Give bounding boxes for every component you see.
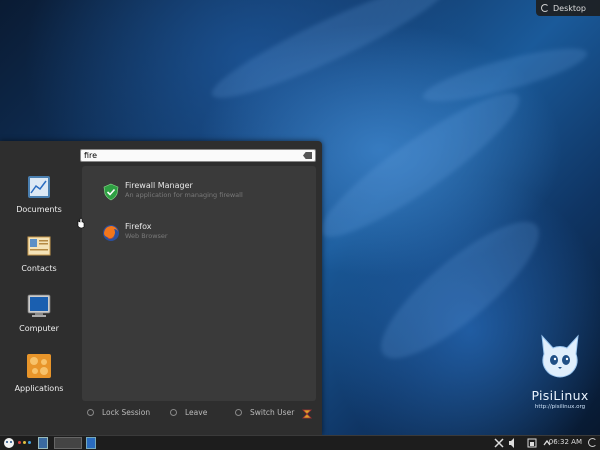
volume-icon[interactable] — [508, 437, 518, 449]
taskbar: 06:32 AM — [0, 435, 600, 450]
cat-mascot-icon — [541, 334, 579, 378]
session-actions: Lock Session Leave Switch User — [82, 408, 320, 422]
firewall-shield-icon — [103, 183, 119, 201]
network-icon[interactable] — [527, 437, 537, 449]
result-item[interactable]: Firewall Manager An application for mana… — [102, 181, 302, 205]
brand-url: http://pisilinux.org — [534, 404, 586, 410]
favorite-label: Computer — [19, 324, 59, 333]
favorite-documents[interactable]: Documents — [8, 174, 70, 214]
switch-user-icon — [235, 409, 242, 416]
search-input[interactable] — [84, 150, 294, 161]
lock-session-button[interactable]: Lock Session — [87, 408, 150, 417]
result-description: An application for managing firewall — [125, 191, 243, 199]
power-icon — [170, 409, 177, 416]
start-menu-icon[interactable] — [2, 437, 16, 449]
favorite-label: Documents — [16, 205, 62, 214]
leave-button[interactable]: Leave — [170, 408, 207, 417]
dot-icon — [28, 441, 31, 444]
pager-widget[interactable] — [54, 437, 82, 449]
favorite-label: Contacts — [21, 264, 57, 273]
clear-search-icon[interactable] — [303, 152, 312, 159]
favorite-applications[interactable]: Applications — [8, 353, 70, 393]
switch-user-button[interactable]: Switch User — [235, 408, 294, 417]
lock-icon — [87, 409, 94, 416]
desktop: Desktop PisiLinux http://pisilinux.org F… — [0, 0, 600, 450]
result-title: Firewall Manager — [125, 181, 193, 190]
brand-name: PisiLinux — [531, 388, 589, 403]
switch-user-label: Switch User — [250, 408, 295, 417]
computer-icon — [27, 294, 51, 317]
search-results: Firewall Manager An application for mana… — [82, 166, 316, 401]
favorite-computer[interactable]: Computer — [8, 293, 70, 333]
documents-icon — [28, 176, 50, 198]
leave-label: Leave — [185, 408, 208, 417]
moon-icon — [541, 4, 549, 12]
mouse-cursor-icon — [77, 217, 85, 229]
result-item[interactable]: Firefox Web Browser — [102, 222, 302, 246]
tools-icon[interactable] — [494, 437, 504, 449]
browser-task-icon[interactable] — [86, 437, 96, 449]
clock[interactable]: 06:32 AM — [549, 438, 582, 446]
show-desktop-label: Desktop — [553, 3, 586, 13]
search-field[interactable] — [80, 149, 316, 162]
lock-session-label: Lock Session — [102, 408, 151, 417]
favorite-label: Applications — [14, 384, 64, 393]
moon-icon[interactable] — [588, 438, 597, 447]
result-title: Firefox — [125, 222, 152, 231]
hourglass-icon — [302, 409, 312, 419]
wallpaper-streak — [203, 0, 457, 114]
pisilinux-logo: PisiLinux http://pisilinux.org — [525, 332, 595, 424]
result-description: Web Browser — [125, 232, 168, 240]
show-desktop-button[interactable]: Desktop — [536, 0, 600, 16]
favorite-contacts[interactable]: Contacts — [8, 233, 70, 273]
dot-icon — [18, 441, 21, 444]
dot-icon — [23, 441, 26, 444]
applications-icon — [27, 354, 51, 378]
firefox-icon — [103, 225, 119, 241]
task-window-icon[interactable] — [38, 437, 48, 449]
activity-dots[interactable] — [18, 441, 31, 450]
application-launcher-menu: Firewall Manager An application for mana… — [0, 141, 322, 435]
contacts-icon — [27, 236, 51, 256]
